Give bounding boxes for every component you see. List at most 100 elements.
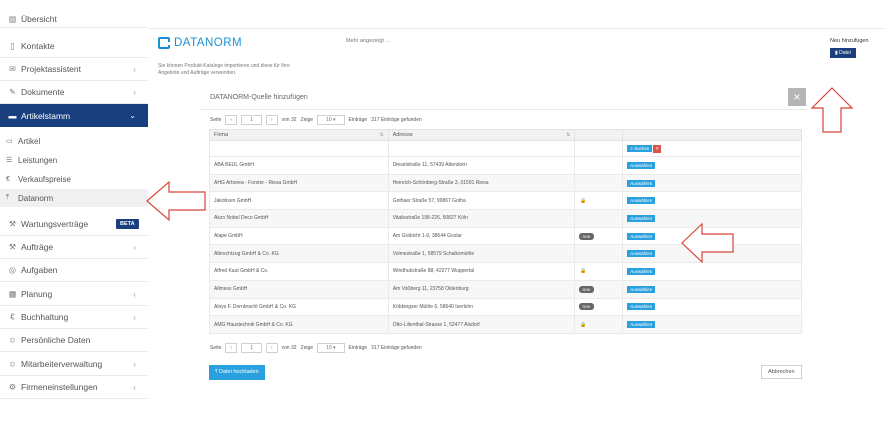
upload-button[interactable]: ⤒ Datei hochladen xyxy=(209,365,265,380)
sidebar-item-label: Artikelstamm xyxy=(21,110,71,121)
close-icon[interactable]: × xyxy=(788,88,806,106)
cell-status xyxy=(574,156,624,175)
cell-firma: AMG Haustechnik GmbH & Co. KG xyxy=(209,315,389,334)
column-label: Adresse xyxy=(392,132,413,138)
sidebar-item-planung[interactable]: ▦ Planung ‹ xyxy=(0,283,148,306)
cell-firma: Alape GmbH xyxy=(209,226,389,246)
cancel-button[interactable]: Abbrechen xyxy=(761,365,802,379)
cell-actions: Auswählen xyxy=(622,156,802,175)
sidebar-item-persoenliche-daten[interactable]: ☺ Persönliche Daten xyxy=(0,329,148,352)
chevron-left-icon: ‹ xyxy=(133,312,136,322)
lock-icon: 🔒 xyxy=(580,321,587,328)
sidebar-item-wartungsvertraege[interactable]: ⚒ Wartungsverträge BETA xyxy=(0,213,148,236)
select-button[interactable]: Auswählen xyxy=(627,214,656,222)
next-page-button[interactable]: › xyxy=(265,343,278,353)
column-adresse[interactable]: Adresse ⇅ xyxy=(387,129,576,141)
more-link[interactable]: Mehr angezeigt … xyxy=(346,38,391,44)
sidebar-item-label: Wartungsverträge xyxy=(21,219,89,229)
cell-adresse: Windhukstraße 88, 42277 Wuppertal xyxy=(387,262,576,281)
select-button[interactable]: Auswählen xyxy=(627,179,656,187)
page-size-select[interactable]: 10 ▾ xyxy=(317,343,345,353)
sidebar-item-label: Dokumente xyxy=(21,87,65,97)
prev-page-button[interactable]: ‹ xyxy=(225,343,238,353)
sidebar-item-label: Projektassistent xyxy=(21,64,81,74)
sort-icon: ⇅ xyxy=(566,132,571,138)
cell-adresse: Otto-Lilienthal-Strasse 1, 52477 Alsdorf xyxy=(387,315,576,334)
column-status xyxy=(574,129,624,141)
sidebar-item-artikelstamm[interactable]: ▬ Artikelstamm ⌄ xyxy=(0,104,148,127)
cell-adresse: Am Voßberg 11, 23758 Oldenburg xyxy=(387,279,576,299)
chevron-left-icon: ‹ xyxy=(133,242,136,252)
prev-page-button[interactable]: ‹ xyxy=(225,115,238,125)
sidebar-subitem-artikel[interactable]: ▭ Artikel xyxy=(0,132,148,150)
select-button[interactable]: Auswählen xyxy=(627,197,656,205)
column-firma[interactable]: Firma ⇅ xyxy=(209,129,389,141)
sidebar-item-mitarbeiterverwaltung[interactable]: ☺ Mitarbeiterverwaltung ‹ xyxy=(0,353,148,376)
sidebar-item-auftraege[interactable]: ⚒ Aufträge ‹ xyxy=(0,236,148,259)
sidebar-item-aufgaben[interactable]: ◎ Aufgaben xyxy=(0,259,148,282)
sort-icon: ⇅ xyxy=(379,132,384,138)
table-row: Aloys F. Dornbracht GmbH & Co. KG Köbbing… xyxy=(209,297,802,317)
cell-adresse: Gothaer Straße 57, 99867 Gotha xyxy=(387,191,576,211)
page-size-select[interactable]: 10 ▾ xyxy=(317,115,345,125)
cell-status: 🔒 xyxy=(574,262,624,281)
sidebar-item-firmeneinstellungen[interactable]: ⚙ Firmeneinstellungen ‹ xyxy=(0,376,148,399)
clear-filter-button[interactable]: ✕ xyxy=(653,144,662,153)
list-icon: ☰ xyxy=(6,157,13,164)
page-count: von 32 xyxy=(281,345,297,351)
select-button[interactable]: Auswählen xyxy=(627,321,656,329)
search-button-label: Suchen xyxy=(634,145,650,151)
select-button[interactable]: Auswählen xyxy=(627,285,656,293)
select-button[interactable]: Auswählen xyxy=(627,161,656,169)
filter-firma-input[interactable] xyxy=(209,140,389,157)
select-button[interactable]: Auswählen xyxy=(627,267,656,275)
next-page-button[interactable]: › xyxy=(265,115,278,125)
sidebar-item-projektassistent[interactable]: ✉ Projektassistent ‹ xyxy=(0,58,148,81)
logo-text: DATANORM xyxy=(174,37,243,49)
cell-status: SHK xyxy=(574,297,624,317)
filter-row: ⌕ Suchen ✕ xyxy=(209,140,802,157)
panel-description: Sie können Produkt-Kataloge importieren … xyxy=(158,63,290,76)
search-button[interactable]: ⌕ Suchen xyxy=(627,144,653,152)
divider xyxy=(200,109,806,110)
sidebar-item-uebersicht[interactable]: ▤ Übersicht xyxy=(0,10,148,28)
file-button[interactable]: ▮ Datei xyxy=(830,48,856,58)
filter-adresse-input[interactable] xyxy=(387,140,576,157)
sidebar-subitem-verkaufspreise[interactable]: € Verkaufspreise xyxy=(0,170,148,188)
upload-icon: ⤒ xyxy=(6,194,10,201)
select-button[interactable]: Auswählen xyxy=(627,250,656,258)
arrow-left-annotation xyxy=(146,180,206,222)
beta-badge: BETA xyxy=(116,219,139,229)
page-input[interactable]: 1 xyxy=(241,115,262,125)
chevron-down-icon: ⌄ xyxy=(129,111,136,120)
table-row: Jakobsen GmbH Gothaer Straße 57, 99867 Go… xyxy=(209,191,802,211)
upload-button-label: Datei hochladen xyxy=(218,369,259,375)
show-label: Zeige xyxy=(300,117,314,123)
filter-actions: ⌕ Suchen ✕ xyxy=(622,140,802,157)
sidebar-item-buchhaltung[interactable]: € Buchhaltung ‹ xyxy=(0,306,148,329)
user-icon: ☺ xyxy=(8,335,17,345)
sidebar-subitem-datanorm[interactable]: ⤒ Datanorm xyxy=(0,189,148,207)
cell-adresse: Heinrich-Schönberg-Straße 3, 01591 Riesa xyxy=(387,173,576,193)
cell-firma: Allmess GmbH xyxy=(209,279,389,299)
select-button[interactable]: Auswählen xyxy=(627,303,656,311)
found-count: 317 Einträge gefunden xyxy=(371,345,422,351)
sidebar-item-kontakte[interactable]: ▯ Kontakte xyxy=(0,35,148,58)
lock-icon: 🔒 xyxy=(580,197,587,204)
select-button[interactable]: Auswählen xyxy=(627,232,656,240)
table-header: Firma ⇅ Adresse ⇅ xyxy=(209,129,802,141)
cell-firma: Aloys F. Dornbracht GmbH & Co. KG xyxy=(209,297,389,317)
sidebar-item-dokumente[interactable]: ✎ Dokumente ‹ xyxy=(0,81,148,104)
sidebar-item-label: Persönliche Daten xyxy=(21,335,91,345)
sidebar-subitem-leistungen[interactable]: ☰ Leistungen xyxy=(0,151,148,169)
page-size-value: 10 xyxy=(326,117,332,123)
cell-actions: Auswählen xyxy=(622,191,802,211)
sidebar: ▤ Übersicht ▯ Kontakte ✉ Projektassisten… xyxy=(0,0,148,443)
users-icon: ☺ xyxy=(8,359,17,369)
table-row: AHG Arborea - Forster - Riesa GmbH Heinri… xyxy=(209,173,802,193)
shk-badge: SHK xyxy=(579,285,594,293)
gear-icon: ⚙ xyxy=(8,382,17,392)
sidebar-subitem-label: Datanorm xyxy=(18,193,54,203)
page-input[interactable]: 1 xyxy=(241,343,262,353)
cell-actions: Auswählen xyxy=(622,262,802,281)
